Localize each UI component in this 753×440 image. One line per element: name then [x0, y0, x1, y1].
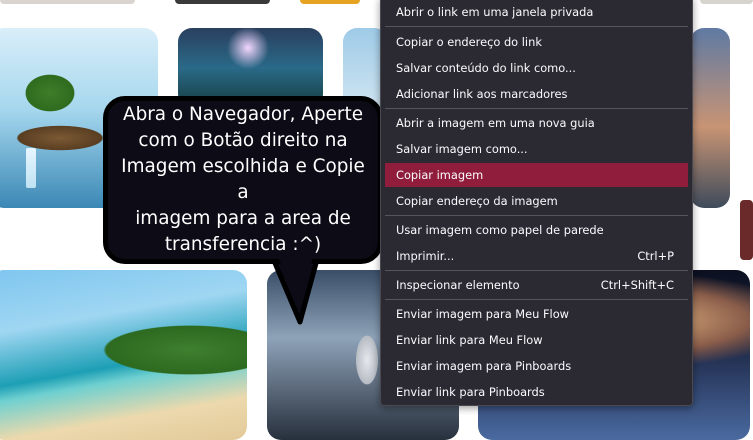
instruction-line: Imagem escolhida e Copie a — [121, 156, 365, 203]
waterfall-detail — [26, 148, 36, 188]
menu-item-bookmark-link[interactable]: Adicionar link aos marcadores — [385, 82, 688, 106]
menu-item-label: Usar imagem como papel de parede — [396, 223, 604, 237]
menu-item-copy-image[interactable]: Copiar imagem — [385, 163, 688, 187]
menu-separator — [385, 108, 688, 109]
menu-item-open-image-new-tab[interactable]: Abrir a imagem em uma nova guia — [385, 111, 688, 135]
instruction-line: com o Botão direito na — [138, 130, 348, 151]
menu-item-label: Enviar link para Pinboards — [396, 385, 545, 399]
image-tile-edge-fragment[interactable] — [740, 200, 753, 260]
instruction-line: transferencia :^) — [164, 234, 322, 255]
menu-item-set-wallpaper[interactable]: Usar imagem como papel de parede — [385, 218, 688, 242]
menu-separator — [385, 26, 688, 27]
menu-item-label: Enviar imagem para Meu Flow — [396, 307, 569, 321]
menu-item-copy-image-address[interactable]: Copiar endereço da imagem — [385, 189, 688, 213]
menu-item-label: Abrir a imagem em uma nova guia — [396, 116, 595, 130]
menu-item-label: Copiar imagem — [396, 168, 484, 182]
menu-item-send-image-pinboards[interactable]: Enviar imagem para Pinboards — [385, 354, 688, 378]
menu-item-send-image-my-flow[interactable]: Enviar imagem para Meu Flow — [385, 302, 688, 326]
menu-item-inspect-element[interactable]: Inspecionar elemento Ctrl+Shift+C — [385, 273, 688, 297]
image-tile-sunset-shore[interactable] — [690, 28, 730, 208]
instruction-text: Abra o Navegador, Aperte com o Botão dir… — [108, 102, 378, 258]
top-image-fragment — [300, 0, 360, 4]
menu-item-label: Salvar conteúdo do link como... — [396, 61, 576, 75]
menu-item-label: Adicionar link aos marcadores — [396, 87, 568, 101]
menu-item-open-link-private-window[interactable]: Abrir o link em uma janela privada — [385, 0, 688, 24]
context-menu: Abrir o link em uma janela privada Copia… — [380, 0, 693, 406]
menu-item-label: Imprimir... — [396, 249, 455, 263]
menu-item-label: Enviar imagem para Pinboards — [396, 359, 572, 373]
top-image-fragment — [175, 0, 270, 4]
instruction-speech-bubble: Abra o Navegador, Aperte com o Botão dir… — [103, 96, 383, 264]
menu-item-label: Enviar link para Meu Flow — [396, 333, 543, 347]
menu-separator — [385, 299, 688, 300]
menu-item-label: Copiar endereço da imagem — [396, 194, 558, 208]
menu-item-label: Copiar o endereço do link — [396, 35, 542, 49]
menu-item-shortcut: Ctrl+P — [637, 249, 674, 263]
top-image-fragment — [700, 0, 753, 4]
menu-item-label: Inspecionar elemento — [396, 278, 520, 292]
image-tile-tropical-beach[interactable] — [0, 270, 247, 440]
top-image-fragment — [0, 0, 135, 4]
menu-item-send-link-my-flow[interactable]: Enviar link para Meu Flow — [385, 328, 688, 352]
menu-item-print[interactable]: Imprimir... Ctrl+P — [385, 244, 688, 268]
instruction-line: Abra o Navegador, Aperte — [122, 104, 364, 125]
instruction-line: imagem para a area de — [135, 208, 351, 229]
menu-item-copy-link-address[interactable]: Copiar o endereço do link — [385, 30, 688, 54]
menu-item-label: Abrir o link em uma janela privada — [396, 5, 594, 19]
menu-item-send-link-pinboards[interactable]: Enviar link para Pinboards — [385, 380, 688, 404]
menu-item-label: Salvar imagem como... — [396, 142, 528, 156]
menu-separator — [385, 215, 688, 216]
menu-item-save-image-as[interactable]: Salvar imagem como... — [385, 137, 688, 161]
menu-item-save-link-content[interactable]: Salvar conteúdo do link como... — [385, 56, 688, 80]
menu-separator — [385, 270, 688, 271]
menu-item-shortcut: Ctrl+Shift+C — [600, 278, 674, 292]
